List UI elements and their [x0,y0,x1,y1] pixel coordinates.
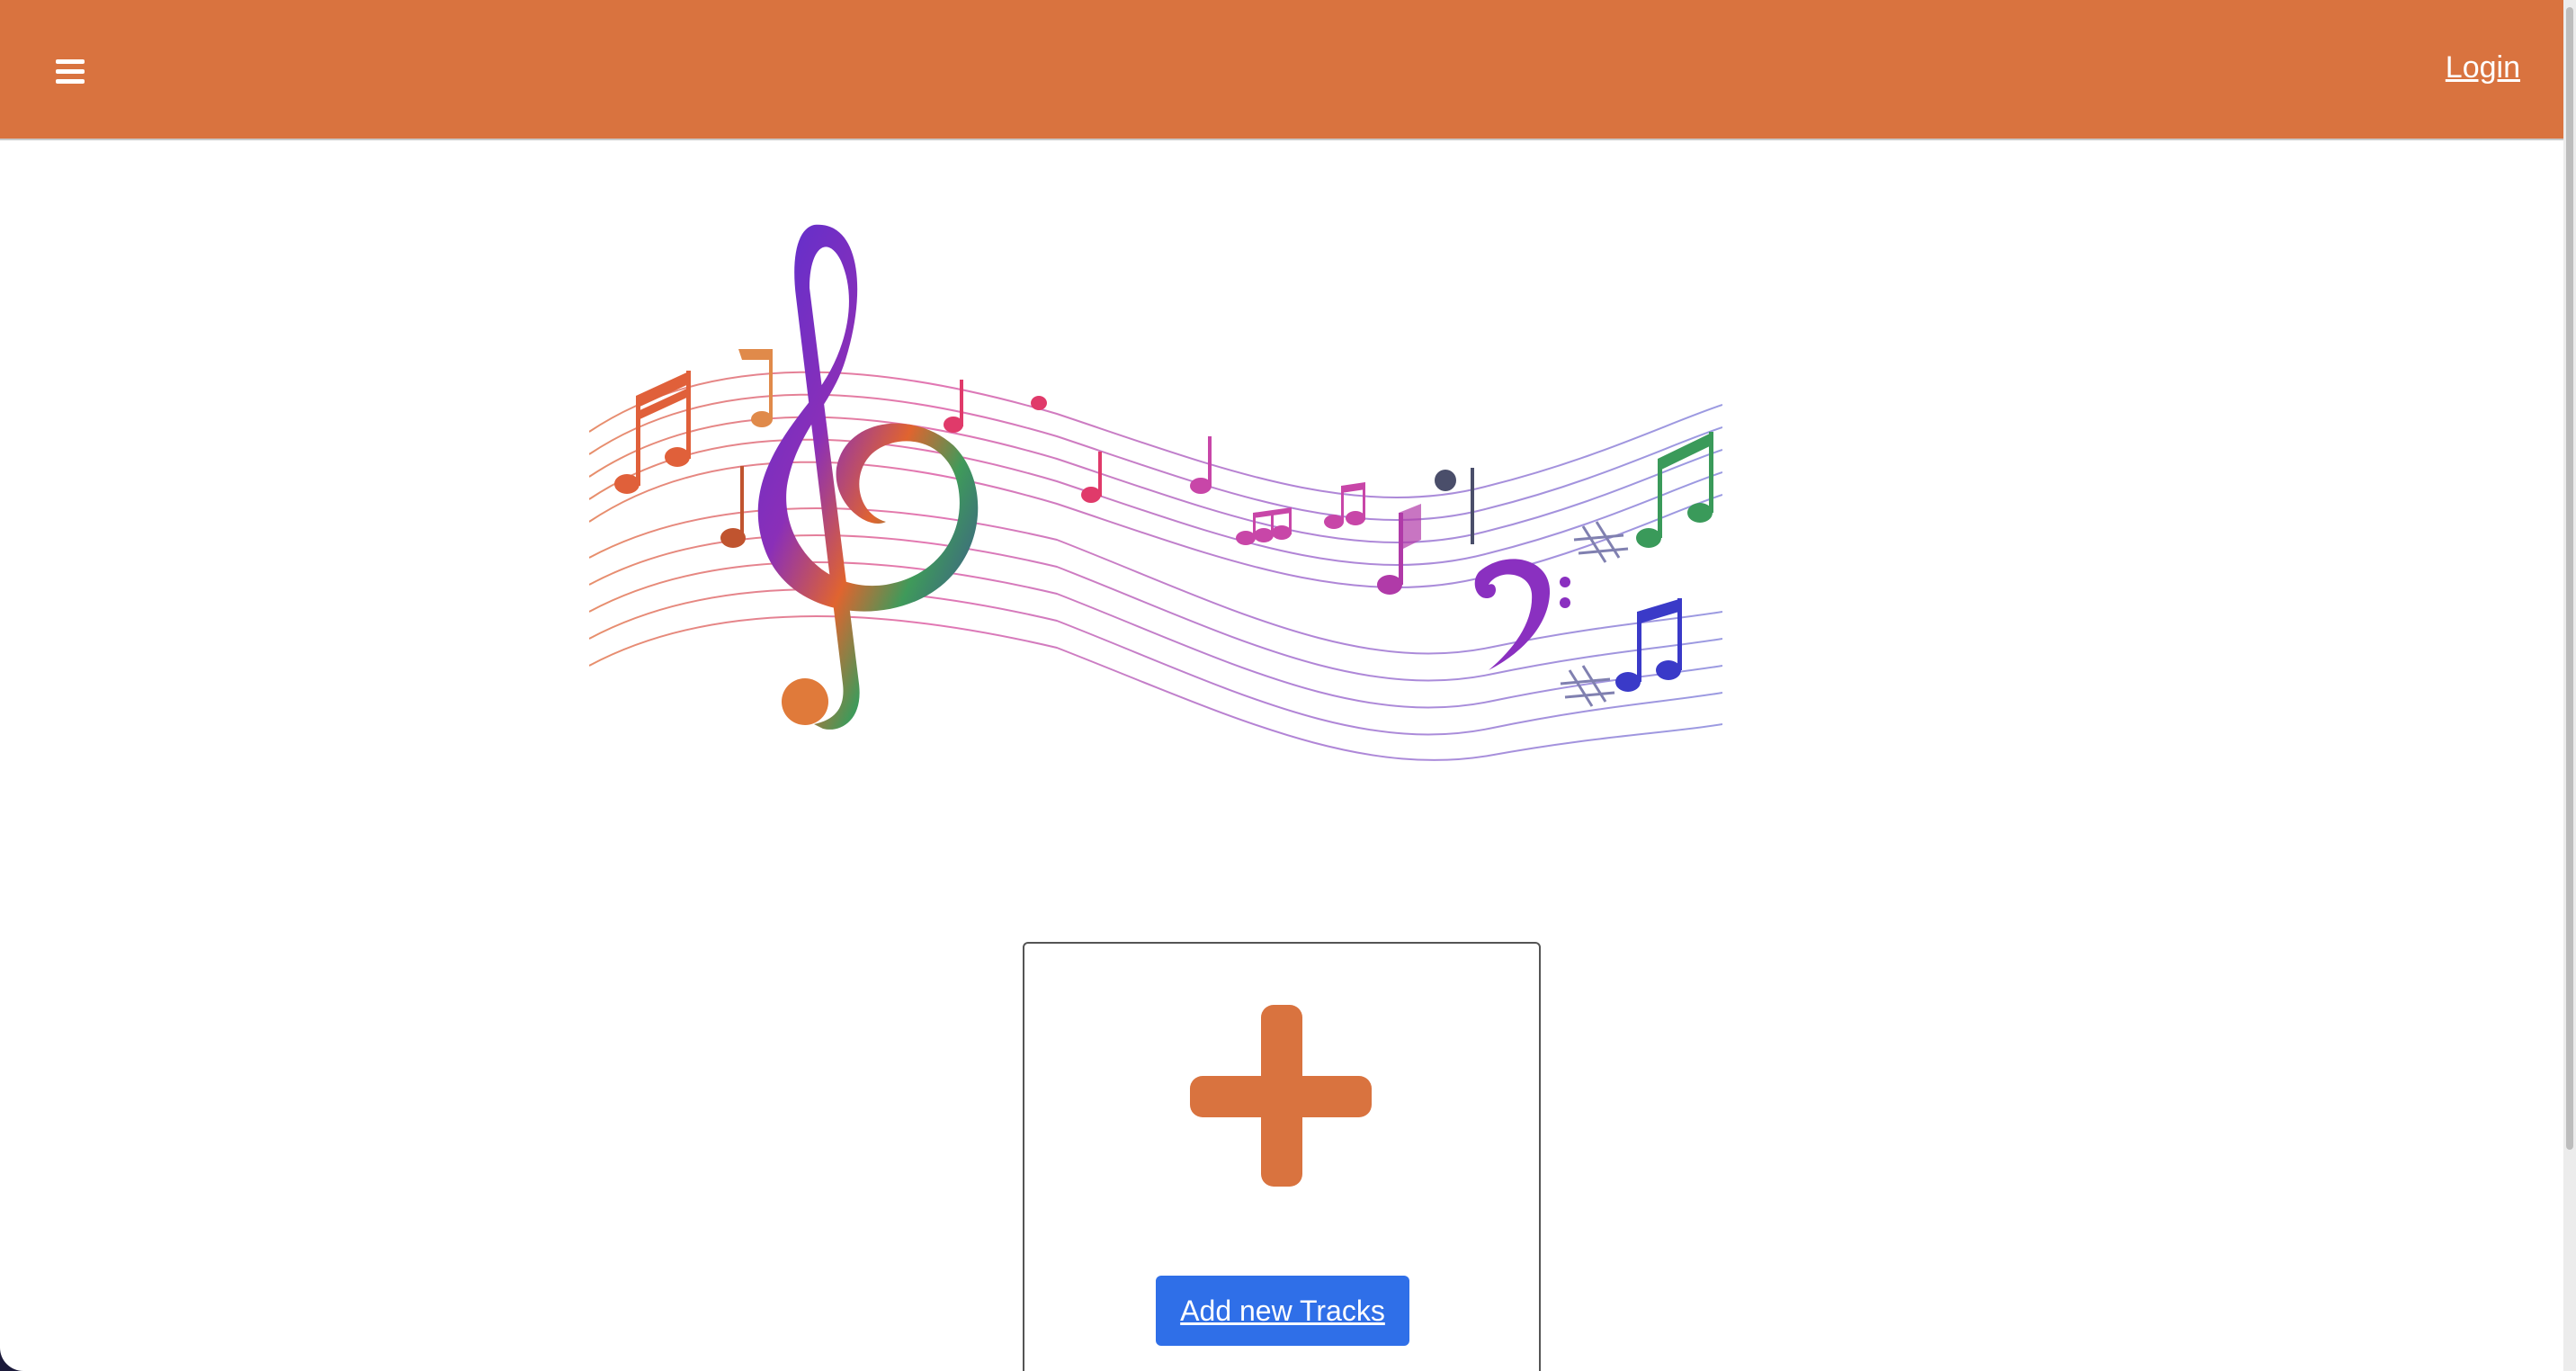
hamburger-menu-icon[interactable] [56,59,85,84]
login-link[interactable]: Login [2446,50,2520,85]
add-tracks-card: Add new Tracks [1023,942,1541,1371]
page-scrollbar[interactable] [2563,0,2576,1371]
plus-icon[interactable] [1190,1005,1375,1190]
music-staff-illustration [588,224,1723,761]
add-new-tracks-button[interactable]: Add new Tracks [1156,1276,1409,1346]
scrollbar-thumb[interactable] [2566,7,2573,1150]
top-navbar: Login [0,0,2563,140]
hero-music-illustration [588,216,1723,783]
app-viewport: Login Add new Tracks [0,0,2563,1371]
